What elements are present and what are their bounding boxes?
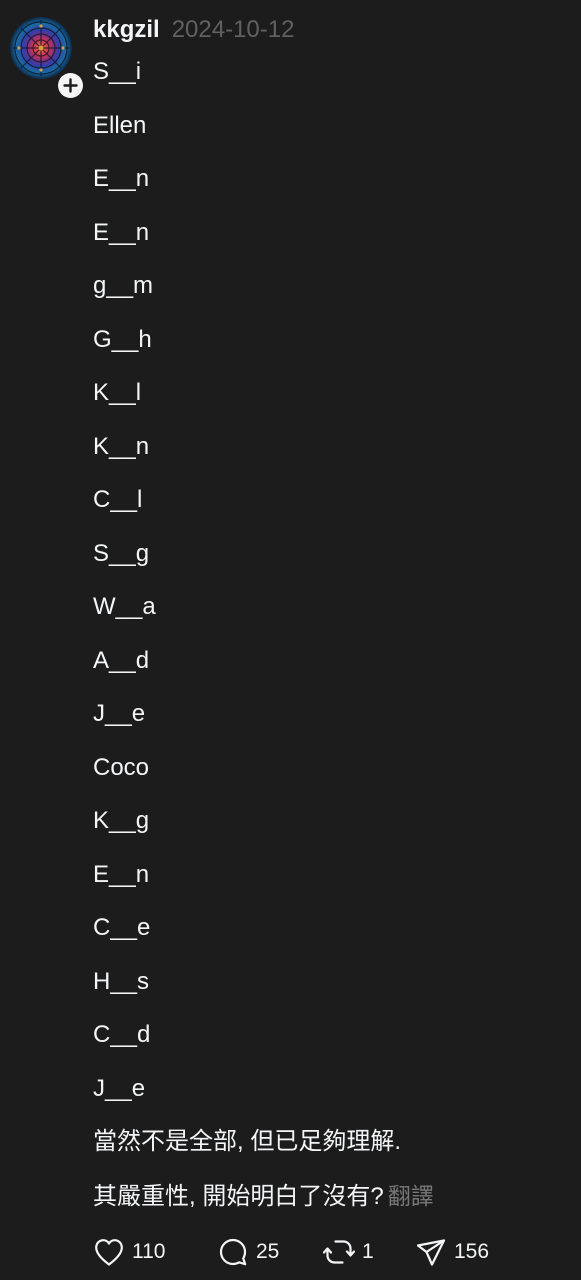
post-line: K__n [93,432,150,460]
follow-button[interactable] [55,70,85,100]
post-line: C__d [93,1021,151,1048]
post-header: kkgzil 2024-10-12 [93,14,294,46]
post-line: g__m [93,272,154,299]
comment-count: 25 [256,1240,280,1263]
heart-icon [93,1237,125,1267]
post-line: E__n [93,218,150,246]
post-line: J__e [93,1074,146,1102]
like-button[interactable]: 110 [93,1232,217,1272]
repost-button[interactable]: 1 [323,1232,415,1272]
username[interactable]: kkgzil [93,16,160,44]
post-line: C__e [93,914,151,941]
post-line: K__l [93,379,142,406]
post-line: E__n [93,165,150,192]
share-button[interactable]: 156 [415,1232,515,1272]
repost-count: 1 [362,1240,374,1263]
post-line: S__g [93,539,150,567]
share-count: 156 [454,1240,490,1263]
post-body: S__i Ellen E__n E__n g__m G__h K__l K__n… [93,55,563,1213]
translate-link[interactable]: 翻譯 [388,1183,434,1209]
post-line: J__e [93,700,146,727]
post-line: H__s [93,967,150,995]
comment-icon [217,1237,249,1267]
post-line: S__i [93,58,142,85]
post-line: W__a [93,593,156,620]
post-last-line: 其嚴重性, 開始明白了沒有? 翻譯 [93,1179,563,1213]
thread-post: kkgzil 2024-10-12 S__i Ellen E__n E__n g… [0,0,581,1280]
post-date: 2024-10-12 [171,16,295,43]
post-line: C__l [93,486,143,513]
avatar[interactable] [10,17,72,79]
plus-icon[interactable] [57,72,83,98]
post-line: Coco [93,753,150,781]
comment-button[interactable]: 25 [217,1232,323,1272]
repost-icon [323,1237,355,1267]
avatar-container[interactable] [10,17,85,100]
post-line: 當然不是全部, 但已足夠理解. [93,1128,402,1155]
send-icon [415,1237,447,1267]
post-line: A__d [93,646,150,674]
post-line: G__h [93,325,152,353]
post-line: K__g [93,807,150,834]
like-count: 110 [132,1240,166,1263]
action-bar: 110 25 1 156 [93,1232,515,1272]
post-line: Ellen [93,111,147,139]
post-line-text: 其嚴重性, 開始明白了沒有? [93,1182,384,1210]
post-line: E__n [93,860,150,888]
